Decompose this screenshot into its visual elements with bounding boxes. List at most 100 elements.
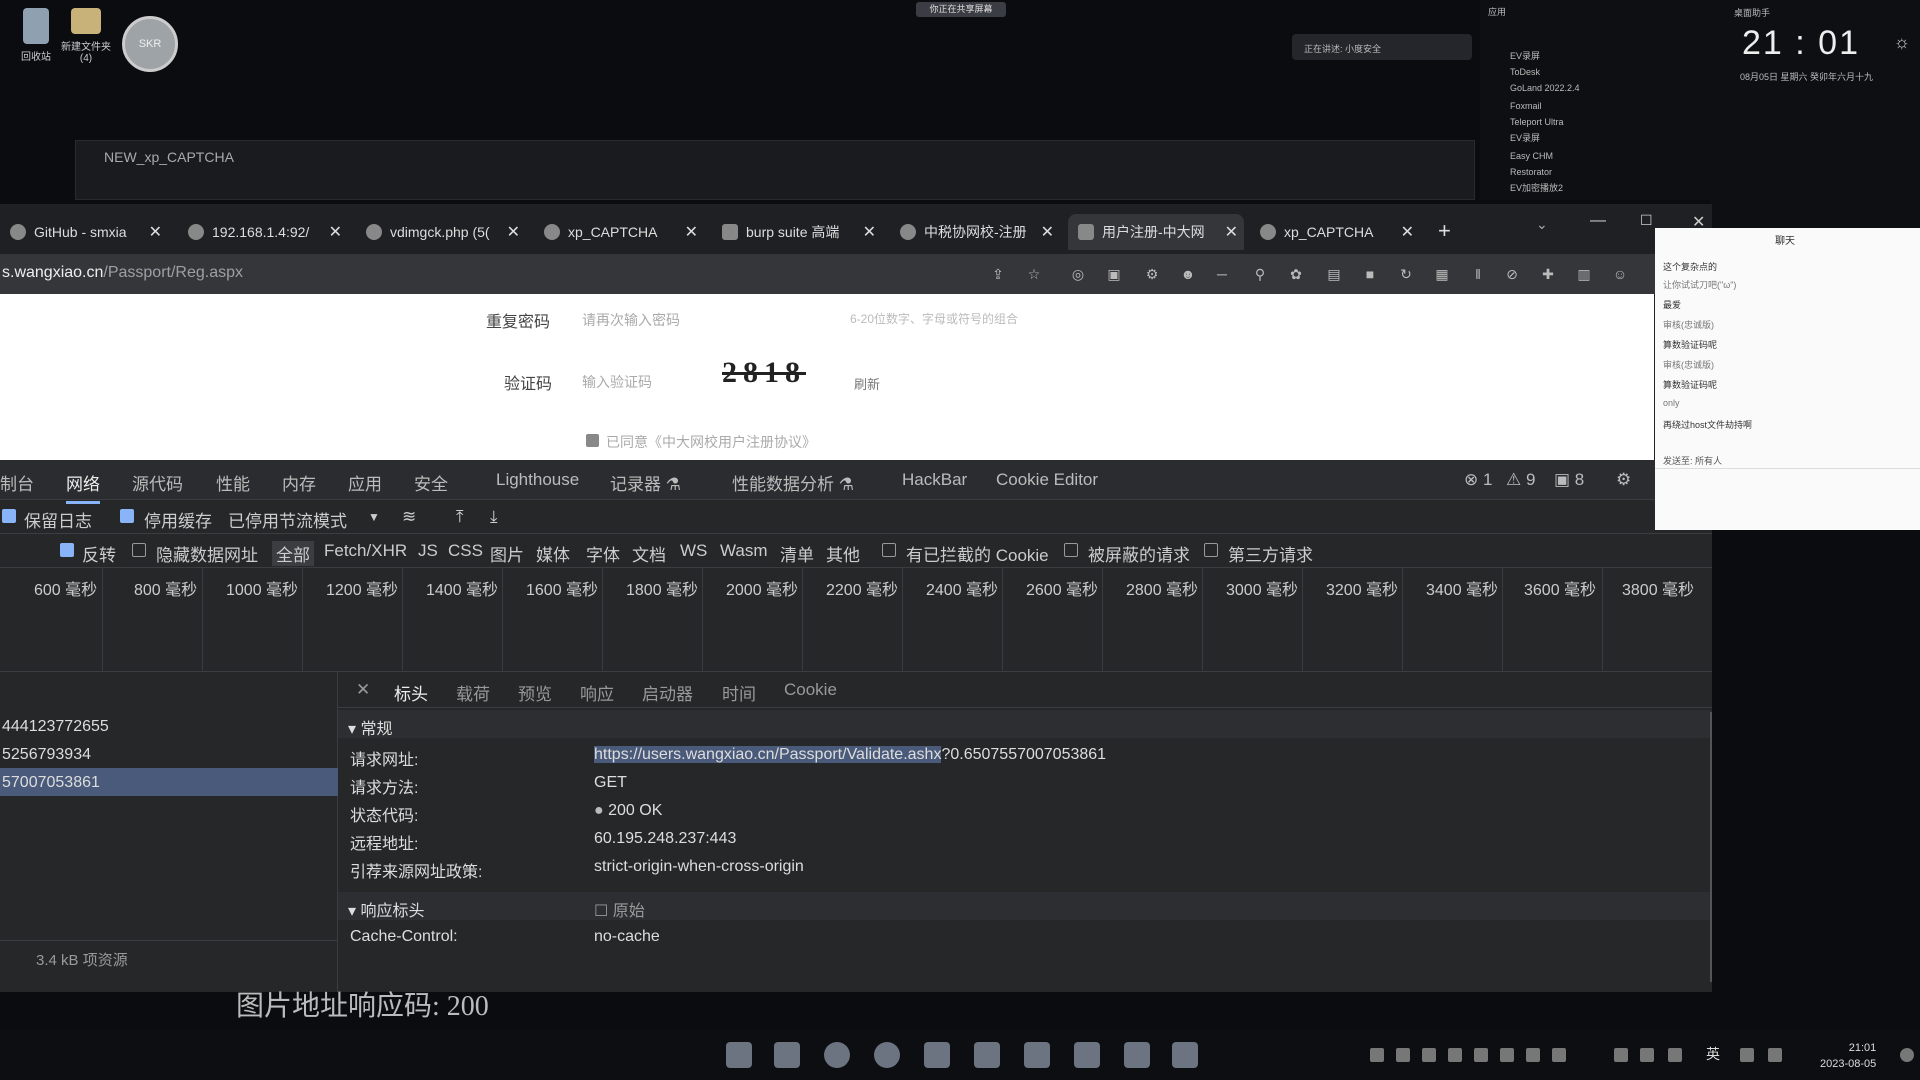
app-item[interactable]: GoLand 2022.2.4 <box>1510 80 1580 96</box>
app-item[interactable]: Restorator <box>1510 164 1552 180</box>
notification-icon[interactable] <box>1900 1048 1914 1062</box>
agree-text[interactable]: 已同意《中大网校用户注册协议》 <box>606 432 816 452</box>
desktop-icon-new-folder[interactable]: 新建文件夹 (4) <box>50 8 122 64</box>
new-tab-icon[interactable]: + <box>1438 218 1451 244</box>
close-icon[interactable]: ✕ <box>329 222 342 242</box>
tab-payload[interactable]: 载荷 <box>456 680 490 705</box>
filter-all[interactable]: 全部 <box>272 541 314 566</box>
filter-doc[interactable]: 文档 <box>632 541 666 566</box>
start-icon[interactable] <box>726 1042 752 1068</box>
filter-fetch-xhr[interactable]: Fetch/XHR <box>324 541 407 561</box>
tab-hackbar[interactable]: HackBar <box>902 470 967 490</box>
tray-icon[interactable] <box>1614 1048 1628 1062</box>
tab-github[interactable]: GitHub - smxia ✕ <box>0 214 168 250</box>
tray-icon[interactable] <box>1552 1048 1566 1062</box>
general-section-header[interactable]: ▾ 常规 <box>338 710 1712 738</box>
filter-font[interactable]: 字体 <box>586 541 620 566</box>
tab-ip[interactable]: 192.168.1.4:92/ ✕ <box>178 214 348 250</box>
extension-icon[interactable]: ✿ <box>1288 266 1304 282</box>
avatar[interactable]: SKR <box>122 16 178 72</box>
wifi-icon[interactable]: ≋ <box>402 507 416 527</box>
extension-icon[interactable]: ─ <box>1214 266 1230 282</box>
tray-icon[interactable] <box>1640 1048 1654 1062</box>
preserve-log-checkbox[interactable] <box>2 509 16 523</box>
blocked-requests-label[interactable]: 被屏蔽的请求 <box>1088 541 1190 566</box>
filter-css[interactable]: CSS <box>448 541 483 561</box>
tab-vdimgck[interactable]: vdimgck.php (5(✕ <box>356 214 526 250</box>
extension-icon[interactable]: ▦ <box>1434 266 1450 282</box>
sun-icon[interactable]: ☼ <box>1894 32 1911 53</box>
screen-share-pill[interactable]: 你正在共享屏幕 <box>916 2 1006 17</box>
minimize-icon[interactable]: — <box>1590 212 1606 230</box>
url-text[interactable]: s.wangxiao.cn/Passport/Reg.aspx <box>2 264 243 282</box>
blocked-cookies-label[interactable]: 有已拦截的 Cookie <box>906 541 1049 566</box>
refresh-link[interactable]: 刷新 <box>854 374 880 393</box>
tab-performance[interactable]: 性能 <box>216 470 250 495</box>
tab-lighthouse[interactable]: Lighthouse <box>496 470 579 490</box>
throttle-select[interactable]: 已停用节流模式 <box>228 507 347 532</box>
extension-icon[interactable]: ⊘ <box>1504 266 1520 282</box>
tray-clock[interactable]: 21:01 2023-08-05 <box>1820 1040 1876 1072</box>
agree-checkbox[interactable] <box>586 434 599 447</box>
close-icon[interactable]: ✕ <box>1401 222 1414 242</box>
filter-js[interactable]: JS <box>418 541 438 561</box>
filter-img[interactable]: 图片 <box>490 541 524 566</box>
chat-send-to[interactable]: 发送至: 所有人 <box>1663 454 1722 467</box>
shield-icon[interactable] <box>1448 1048 1462 1062</box>
extension-icon[interactable]: ☻ <box>1180 266 1196 282</box>
tab-xp-captcha-2[interactable]: xp_CAPTCHA ✕ <box>1250 214 1420 250</box>
close-icon[interactable]: ✕ <box>356 680 370 700</box>
filter-media[interactable]: 媒体 <box>536 541 570 566</box>
table-row[interactable]: 5256793934 <box>0 740 338 768</box>
bookmark-star-icon[interactable]: ☆ <box>1026 266 1042 282</box>
app-item[interactable]: Easy CHM <box>1510 148 1553 164</box>
tray-icon[interactable] <box>1396 1048 1410 1062</box>
tab-security[interactable]: 安全 <box>414 470 448 495</box>
close-icon[interactable]: ✕ <box>685 222 698 242</box>
chrome-icon[interactable] <box>874 1042 900 1068</box>
dropdown-arrow-icon[interactable]: ▼ <box>368 510 380 524</box>
app-icon[interactable] <box>924 1042 950 1068</box>
chevron-down-icon[interactable]: ⌄ <box>1536 216 1548 233</box>
tray-icon[interactable] <box>1500 1048 1514 1062</box>
terminal-icon[interactable] <box>1024 1042 1050 1068</box>
third-party-checkbox[interactable] <box>1204 543 1218 557</box>
input-method[interactable]: 英 <box>1706 1044 1720 1064</box>
scrollbar[interactable] <box>1710 712 1712 982</box>
close-icon[interactable]: ✕ <box>863 222 876 242</box>
extension-icon[interactable]: ◎ <box>1070 266 1086 282</box>
tab-perf-insights[interactable]: 性能数据分析 ⚗ <box>732 470 854 495</box>
tray-icon[interactable] <box>1526 1048 1540 1062</box>
tab-console[interactable]: 制台 <box>0 470 34 495</box>
filter-manifest[interactable]: 清单 <box>780 541 814 566</box>
extension-icon[interactable]: ⚙ <box>1144 266 1160 282</box>
tray-icon[interactable] <box>1370 1048 1384 1062</box>
hide-data-urls-label[interactable]: 隐藏数据网址 <box>156 541 258 566</box>
download-icon[interactable]: ⤓ <box>490 507 498 527</box>
edge-icon[interactable] <box>824 1042 850 1068</box>
message-count[interactable]: ▣ 8 <box>1554 470 1584 490</box>
chat-input[interactable] <box>1655 468 1920 530</box>
disable-cache-label[interactable]: 停用缓存 <box>144 507 212 532</box>
puzzle-icon[interactable]: ✚ <box>1540 266 1556 282</box>
captcha-image[interactable]: 2818 <box>722 356 850 394</box>
address-bar[interactable]: s.wangxiao.cn/Passport/Reg.aspx ⇪ ☆ ◎ ▣ … <box>0 254 1712 294</box>
maximize-icon[interactable]: ☐ <box>1640 212 1653 229</box>
response-headers-section[interactable]: ▾ 响应标头 ☐ 原始 <box>338 892 1712 920</box>
app-item[interactable]: EV加密播放2 <box>1510 180 1563 196</box>
tab-sources[interactable]: 源代码 <box>132 470 183 495</box>
extension-icon[interactable]: ■ <box>1362 266 1378 282</box>
extension-icon[interactable]: ▣ <box>1106 266 1122 282</box>
tab-headers[interactable]: 标头 <box>394 680 428 713</box>
share-icon[interactable]: ⇪ <box>990 266 1006 282</box>
location-icon[interactable]: ⚲ <box>1252 266 1268 282</box>
app-item[interactable]: Teleport Ultra <box>1510 114 1564 130</box>
tab-burp[interactable]: burp suite 高端 ✕ <box>712 214 882 250</box>
microphone-icon[interactable] <box>1668 1048 1682 1062</box>
repeat-password-input[interactable]: 请再次输入密码 <box>582 310 680 330</box>
volume-icon[interactable] <box>1768 1048 1782 1062</box>
tab-network[interactable]: 网络 <box>66 470 100 504</box>
network-icon[interactable] <box>1740 1048 1754 1062</box>
notification-toast[interactable]: 正在讲述: 小度安全 <box>1292 34 1472 60</box>
tray-icon[interactable] <box>1422 1048 1436 1062</box>
